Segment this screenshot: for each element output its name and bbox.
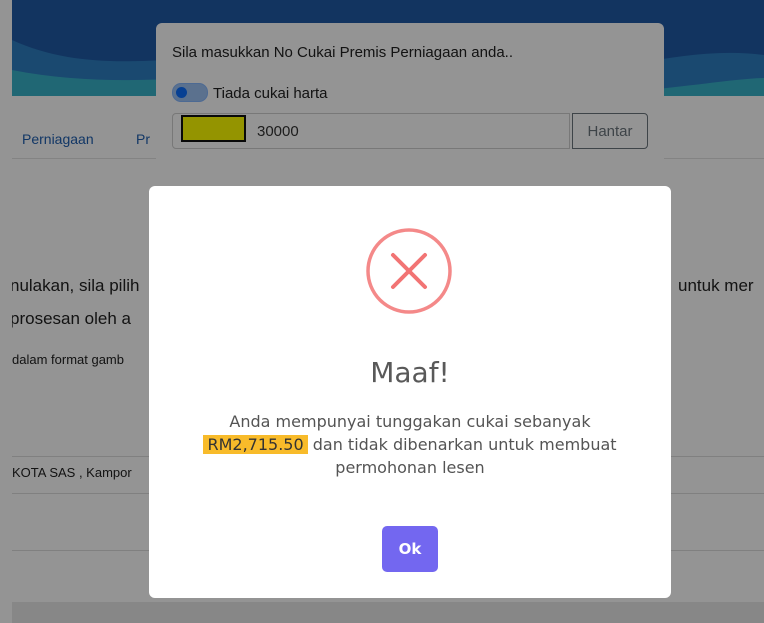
tax-amount-badge: RM2,715.50 [203,435,308,454]
alert-message: Anda mempunyai tunggakan cukai sebanyak … [179,410,641,479]
alert-message-start: Anda mempunyai tunggakan cukai sebanyak [229,412,591,431]
alert-title: Maaf! [370,356,450,389]
error-x-circle-icon [366,228,452,314]
alert-message-end: dan tidak dibenarkan untuk membuat permo… [312,435,617,477]
alert-modal: Maaf! Anda mempunyai tunggakan cukai seb… [149,186,671,598]
ok-button[interactable]: Ok [382,526,438,572]
